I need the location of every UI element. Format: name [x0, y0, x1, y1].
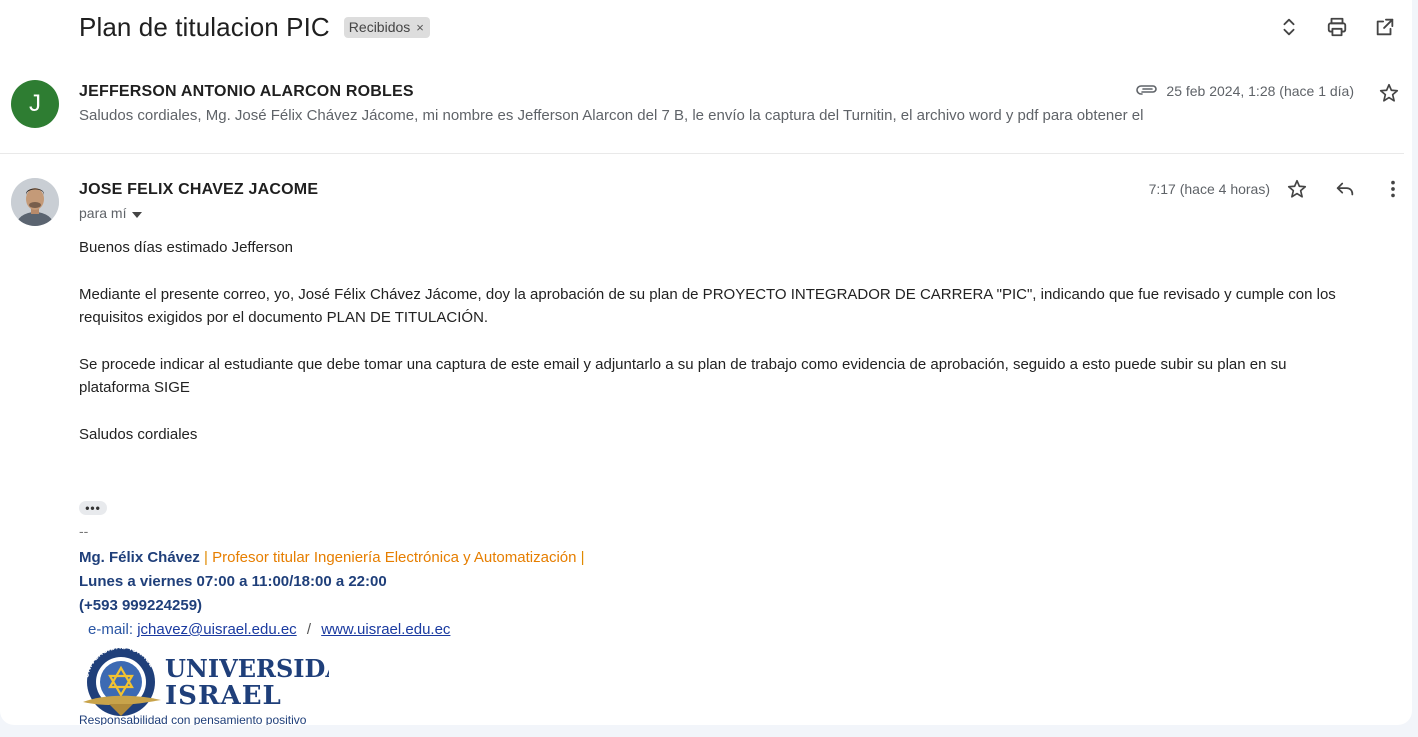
signature-title-line: Mg. Félix Chávez | Profesor titular Inge… [79, 549, 585, 566]
sender-name[interactable]: JOSE FELIX CHAVEZ JACOME [79, 181, 318, 199]
message-snippet: Saludos cordiales, Mg. José Félix Chávez… [79, 107, 1144, 124]
more-options-icon[interactable] [1380, 176, 1406, 202]
signature-phone: (+593 999224259) [79, 597, 203, 614]
signature-divider: | [204, 549, 208, 566]
thread-toolbar [1276, 14, 1398, 40]
subject-row: Plan de titulacion PIC Recibidos × [79, 12, 430, 43]
university-logo: UNIVERSIDAD ISRAEL UNIVERSIDAD ISRAEL [79, 644, 365, 724]
body-paragraph-2-line-2: plataforma SIGE [79, 379, 190, 396]
print-icon[interactable] [1324, 14, 1350, 40]
body-paragraph-1-line-1: Mediante el presente correo, yo, José Fé… [79, 286, 1336, 303]
website-link[interactable]: www.uisrael.edu.ec [321, 621, 450, 638]
signature-hours: Lunes a viernes 07:00 a 11:00/18:00 a 22… [79, 573, 387, 590]
email-link[interactable]: jchavez@uisrael.edu.ec [137, 621, 296, 638]
paperclip-icon [1136, 82, 1158, 99]
recipients-text: para mí [79, 205, 127, 221]
show-trimmed-content-button[interactable]: ••• [79, 501, 107, 515]
person-photo [11, 178, 59, 226]
star-icon[interactable] [1284, 176, 1310, 202]
university-tagline: Responsabilidad con pensamiento positivo [79, 713, 307, 725]
message-actions [1284, 176, 1406, 202]
remove-label-icon[interactable]: × [416, 20, 424, 35]
logo-line-1: UNIVERSIDAD [165, 654, 329, 683]
avatar-initial: J [29, 90, 41, 117]
reply-icon[interactable] [1332, 176, 1358, 202]
label-chip-text: Recibidos [348, 19, 411, 35]
avatar[interactable]: J [11, 80, 59, 128]
message-date: 25 feb 2024, 1:28 (hace 1 día) [1166, 82, 1354, 99]
university-seal: UNIVERSIDAD ISRAEL UNIVERSIDAD ISRAEL [83, 644, 365, 716]
body-paragraph-1-line-2: requisitos exigidos por el documento PLA… [79, 309, 489, 326]
signature-contact-line: e-mail: jchavez@uisrael.edu.ec / www.uis… [88, 621, 450, 638]
email-thread-card: Plan de titulacion PIC Recibidos × J JEF… [0, 0, 1412, 725]
body-paragraph-2-line-1: Se procede indicar al estudiante que deb… [79, 356, 1287, 373]
label-chip-inbox[interactable]: Recibidos × [343, 17, 430, 38]
thread-subject: Plan de titulacion PIC [79, 12, 330, 42]
avatar[interactable] [11, 178, 59, 226]
closing-text: Saludos cordiales [79, 426, 198, 443]
greeting-text: Buenos días estimado Jefferson [79, 239, 294, 256]
message-meta: 25 feb 2024, 1:28 (hace 1 día) [1136, 82, 1354, 99]
message-body: Buenos días estimado Jefferson Mediante … [79, 236, 1409, 446]
signature-role: Profesor titular Ingeniería Electrónica … [212, 549, 577, 566]
contact-separator: / [306, 621, 312, 638]
star-icon[interactable] [1376, 80, 1402, 106]
sender-name[interactable]: JEFFERSON ANTONIO ALARCON ROBLES [79, 83, 414, 101]
signature-separator: -- [79, 523, 89, 539]
message-date: 7:17 (hace 4 horas) [1148, 181, 1270, 197]
message-collapsed[interactable]: J JEFFERSON ANTONIO ALARCON ROBLES Salud… [0, 72, 1404, 154]
open-new-window-icon[interactable] [1372, 14, 1398, 40]
signature-divider: | [580, 549, 585, 566]
expand-collapse-icon[interactable] [1276, 14, 1302, 40]
caret-down-icon [132, 205, 143, 221]
signature-name: Mg. Félix Chávez [79, 549, 200, 566]
email-label: e-mail: [88, 621, 134, 638]
logo-line-2: ISRAEL [165, 681, 282, 711]
recipients-toggle[interactable]: para mí [79, 205, 143, 221]
